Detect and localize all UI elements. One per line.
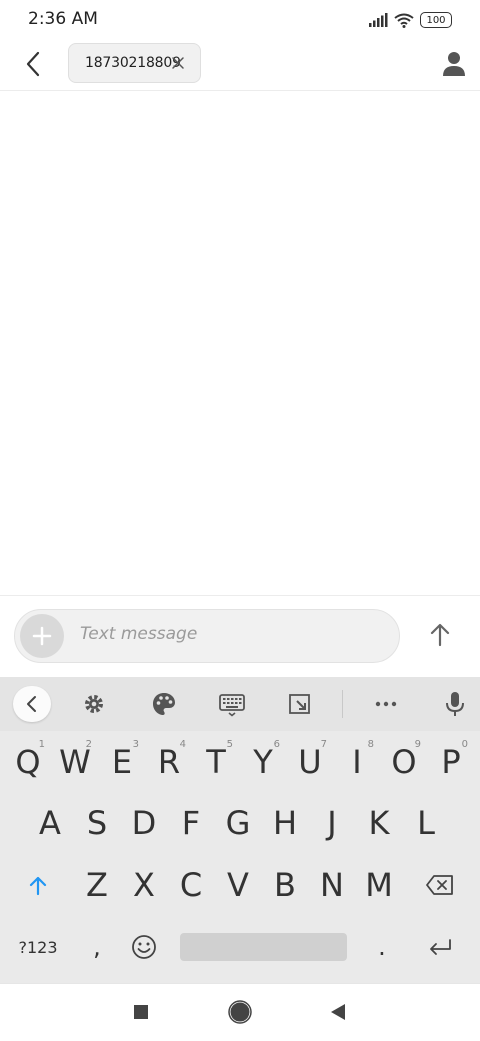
enter-key[interactable] xyxy=(420,924,460,970)
back-arrow-icon xyxy=(26,51,40,77)
key-k[interactable]: K xyxy=(359,800,399,846)
compose-field[interactable] xyxy=(14,609,400,663)
keyboard-more-button[interactable] xyxy=(372,690,400,718)
shift-key[interactable] xyxy=(18,862,58,908)
keyboard-layout-button[interactable] xyxy=(218,690,246,718)
emoji-key[interactable] xyxy=(124,924,164,970)
key-h[interactable]: H xyxy=(265,800,305,846)
send-button[interactable] xyxy=(422,617,458,653)
keyboard-icon xyxy=(219,694,245,717)
enter-arrow-icon xyxy=(430,939,451,955)
key-j[interactable]: J xyxy=(312,800,352,846)
key-c[interactable]: C xyxy=(171,862,211,908)
space-key[interactable] xyxy=(180,933,347,961)
chevron-left-icon xyxy=(27,696,36,712)
symbols-key[interactable]: ?123 xyxy=(18,924,58,970)
key-a[interactable]: A xyxy=(30,800,70,846)
toolbar-divider xyxy=(342,690,343,718)
key-e[interactable]: E3 xyxy=(102,739,142,785)
home-button[interactable] xyxy=(228,1000,252,1024)
home-circle-icon xyxy=(228,1000,252,1024)
send-arrow-icon xyxy=(430,623,450,647)
key-n[interactable]: N xyxy=(312,862,352,908)
key-o[interactable]: O9 xyxy=(384,739,424,785)
key-y[interactable]: Y6 xyxy=(243,739,283,785)
remove-recipient-button[interactable] xyxy=(170,55,186,71)
keyboard-settings-button[interactable] xyxy=(80,690,108,718)
resize-icon xyxy=(289,694,310,714)
nav-back-button[interactable] xyxy=(330,1003,346,1021)
keyboard-theme-button[interactable] xyxy=(150,690,178,718)
key-l[interactable]: L xyxy=(406,800,446,846)
emoji-smile-icon xyxy=(132,935,156,959)
message-thread xyxy=(0,91,480,595)
triangle-back-icon xyxy=(331,1004,345,1020)
status-icons: 100 xyxy=(368,12,452,28)
key-u[interactable]: U7 xyxy=(290,739,330,785)
navigation-bar xyxy=(0,983,480,1041)
key-g[interactable]: G xyxy=(218,800,258,846)
add-attachment-button[interactable] xyxy=(20,614,64,658)
comma-key[interactable]: , xyxy=(77,924,117,970)
plus-icon xyxy=(32,626,52,646)
signal-icon xyxy=(369,13,388,27)
key-v[interactable]: V xyxy=(218,862,258,908)
backspace-key[interactable] xyxy=(420,862,460,908)
status-time: 2:36 AM xyxy=(28,9,98,29)
recipient-chip[interactable]: 18730218809 xyxy=(68,43,201,83)
key-i[interactable]: I8 xyxy=(337,739,377,785)
shift-arrow-icon xyxy=(29,876,47,896)
period-key[interactable]: . xyxy=(362,924,402,970)
key-q[interactable]: Q1 xyxy=(8,739,48,785)
square-icon xyxy=(134,1005,148,1019)
key-f[interactable]: F xyxy=(171,800,211,846)
key-w[interactable]: W2 xyxy=(55,739,95,785)
key-d[interactable]: D xyxy=(124,800,164,846)
person-icon xyxy=(443,52,465,76)
key-m[interactable]: M xyxy=(359,862,399,908)
compose-divider xyxy=(0,595,480,596)
recipient-number: 18730218809 xyxy=(85,55,181,71)
keyboard-resize-button[interactable] xyxy=(286,690,314,718)
message-input[interactable]: Text message xyxy=(80,624,197,644)
microphone-icon xyxy=(446,692,464,716)
more-dots-icon xyxy=(375,701,397,707)
close-icon xyxy=(172,57,184,69)
key-b[interactable]: B xyxy=(265,862,305,908)
wifi-icon xyxy=(394,13,414,28)
key-r[interactable]: R4 xyxy=(149,739,189,785)
voice-input-button[interactable] xyxy=(441,690,469,718)
key-t[interactable]: T5 xyxy=(196,739,236,785)
gear-icon xyxy=(85,695,103,713)
keyboard-collapse-button[interactable] xyxy=(13,686,51,722)
recents-button[interactable] xyxy=(133,1004,149,1020)
backspace-icon xyxy=(426,875,453,895)
palette-icon xyxy=(153,693,175,715)
key-x[interactable]: X xyxy=(124,862,164,908)
back-button[interactable] xyxy=(18,48,50,80)
battery-icon: 100 xyxy=(420,12,452,28)
key-z[interactable]: Z xyxy=(77,862,117,908)
key-p[interactable]: P0 xyxy=(431,739,471,785)
key-s[interactable]: S xyxy=(77,800,117,846)
contact-button[interactable] xyxy=(438,48,470,80)
